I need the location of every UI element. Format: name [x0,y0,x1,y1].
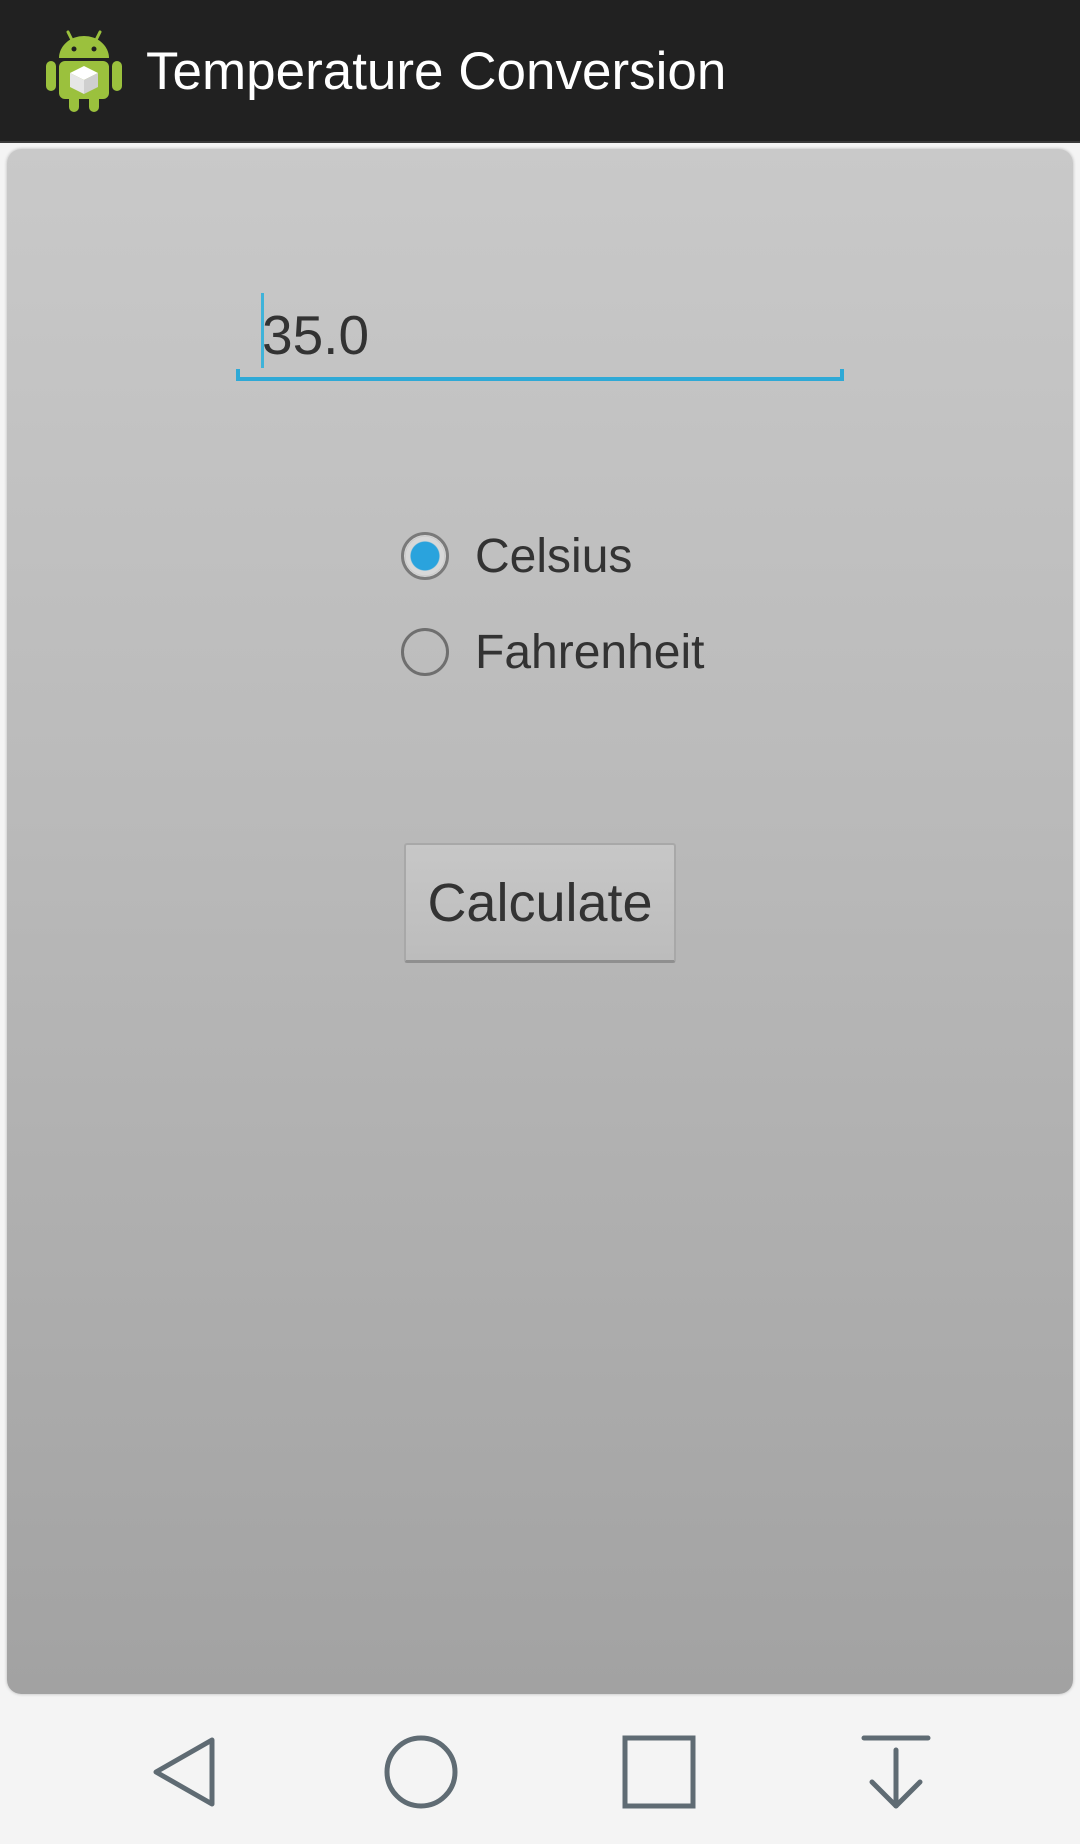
input-underline [236,377,844,381]
home-button[interactable] [361,1700,481,1844]
home-icon [384,1735,458,1809]
app-bar: Temperature Conversion [0,0,1080,143]
android-app-icon [46,30,122,112]
app-title: Temperature Conversion [146,42,727,101]
recents-button[interactable] [599,1700,719,1844]
celsius-radio-button[interactable] [401,532,449,580]
temperature-input[interactable]: 35.0 [236,285,844,381]
back-icon [153,1737,215,1807]
radio-option-celsius[interactable]: Celsius [401,526,632,586]
input-underline-left-tick [236,369,240,381]
calculate-button[interactable]: Calculate [404,843,676,963]
input-underline-right-tick [840,369,844,381]
system-nav-bar [0,1700,1080,1844]
fahrenheit-radio-button[interactable] [401,628,449,676]
recents-icon [622,1735,696,1809]
temperature-input-value: 35.0 [262,304,370,366]
notifications-pulldown-button[interactable] [836,1700,956,1844]
celsius-label[interactable]: Celsius [475,529,632,584]
back-button[interactable] [124,1700,244,1844]
fahrenheit-label[interactable]: Fahrenheit [475,625,704,680]
notifications-pulldown-icon [861,1735,931,1809]
radio-option-fahrenheit[interactable]: Fahrenheit [401,622,704,682]
